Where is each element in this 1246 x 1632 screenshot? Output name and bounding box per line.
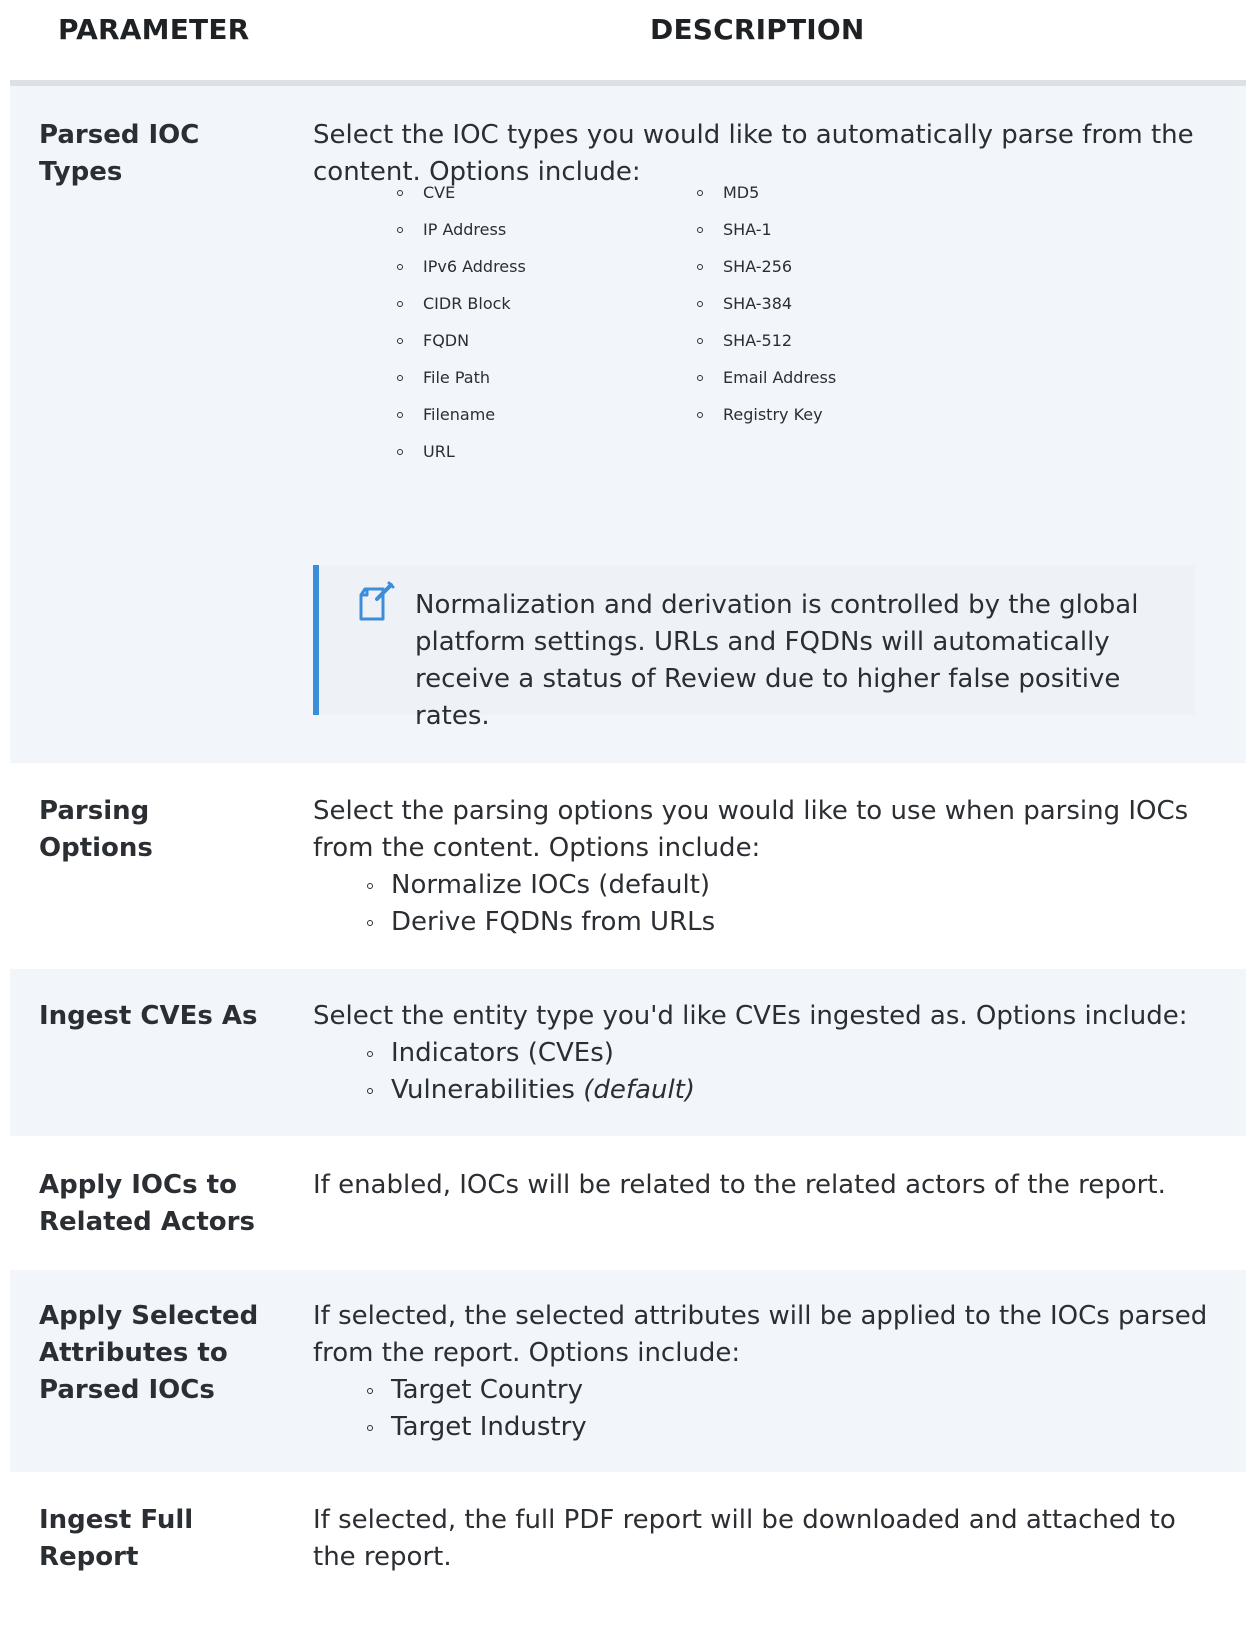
list-item: Filename: [393, 396, 526, 433]
list-item: IPv6 Address: [393, 248, 526, 285]
header-description: DESCRIPTION: [650, 13, 865, 46]
list-item: File Path: [393, 359, 526, 396]
table-row-apply-iocs-related-actors: Apply IOCs to Related Actors If enabled,…: [10, 1136, 1246, 1270]
list-item: Vulnerabilities (default): [365, 1072, 1213, 1109]
desc-ingest-full-report: If selected, the full PDF report will be…: [313, 1502, 1213, 1576]
ioc-type-options: CVE IP Address IPv6 Address CIDR Block F…: [393, 174, 1013, 474]
desc-text: If selected, the selected attributes wil…: [313, 1301, 1208, 1368]
desc-text: If enabled, IOCs will be related to the …: [313, 1170, 1166, 1200]
list-item: Derive FQDNs from URLs: [365, 904, 1213, 941]
list-item: Indicators (CVEs): [365, 1035, 1213, 1072]
cve-options-list: Indicators (CVEs) Vulnerabilities (defau…: [313, 1035, 1213, 1109]
param-apply-selected-attributes: Apply Selected Attributes to Parsed IOCs: [39, 1301, 259, 1405]
default-marker: (default): [583, 1075, 696, 1105]
list-item: IP Address: [393, 211, 526, 248]
param-ingest-cves-as: Ingest CVEs As: [39, 1001, 258, 1031]
parameter-table: PARAMETER DESCRIPTION Parsed IOC Types S…: [10, 0, 1246, 1632]
list-item: Normalize IOCs (default): [365, 867, 1213, 904]
desc-parsing-options: Select the parsing options you would lik…: [313, 793, 1213, 941]
param-parsing-options: Parsing Options: [39, 796, 153, 863]
desc-text: Select the parsing options you would lik…: [313, 796, 1189, 863]
list-item: URL: [393, 433, 526, 470]
table-row-parsing-options: Parsing Options Select the parsing optio…: [10, 763, 1246, 969]
desc-ingest-cves-as: Select the entity type you'd like CVEs i…: [313, 998, 1213, 1109]
ioc-options-left: CVE IP Address IPv6 Address CIDR Block F…: [393, 174, 526, 470]
table-row-ingest-cves-as: Ingest CVEs As Select the entity type yo…: [10, 969, 1246, 1136]
list-item: CVE: [393, 174, 526, 211]
desc-text: If selected, the full PDF report will be…: [313, 1505, 1176, 1572]
list-item: Email Address: [693, 359, 836, 396]
list-item: CIDR Block: [393, 285, 526, 322]
list-item: SHA-384: [693, 285, 836, 322]
desc-apply-selected-attributes: If selected, the selected attributes wil…: [313, 1298, 1213, 1446]
param-parsed-ioc-types: Parsed IOC Types: [39, 120, 200, 187]
table-row-apply-selected-attributes: Apply Selected Attributes to Parsed IOCs…: [10, 1270, 1246, 1472]
note-edit-icon: [353, 579, 399, 625]
param-ingest-full-report: Ingest Full Report: [39, 1505, 194, 1572]
list-item: MD5: [693, 174, 836, 211]
table-header: PARAMETER DESCRIPTION: [10, 0, 1246, 86]
list-item: Target Industry: [365, 1409, 1213, 1446]
header-parameter: PARAMETER: [58, 13, 250, 46]
note-text: Normalization and derivation is controll…: [415, 590, 1139, 731]
note-callout: Normalization and derivation is controll…: [313, 565, 1195, 731]
desc-text: Select the entity type you'd like CVEs i…: [313, 1001, 1188, 1031]
ioc-options-right: MD5 SHA-1 SHA-256 SHA-384 SHA-512 Email …: [693, 174, 836, 433]
parsing-options-list: Normalize IOCs (default) Derive FQDNs fr…: [313, 867, 1213, 941]
param-apply-iocs-related-actors: Apply IOCs to Related Actors: [39, 1170, 255, 1237]
table-row-ingest-full-report: Ingest Full Report If selected, the full…: [10, 1472, 1246, 1632]
desc-apply-iocs-related-actors: If enabled, IOCs will be related to the …: [313, 1167, 1213, 1204]
list-item: SHA-256: [693, 248, 836, 285]
list-item: FQDN: [393, 322, 526, 359]
list-item: Target Country: [365, 1372, 1213, 1409]
table-row-parsed-ioc-types: Parsed IOC Types Select the IOC types yo…: [10, 86, 1246, 763]
list-item: SHA-1: [693, 211, 836, 248]
list-item: SHA-512: [693, 322, 836, 359]
list-item: Registry Key: [693, 396, 836, 433]
option-label: Vulnerabilities: [391, 1075, 575, 1105]
attribute-options-list: Target Country Target Industry: [313, 1372, 1213, 1446]
